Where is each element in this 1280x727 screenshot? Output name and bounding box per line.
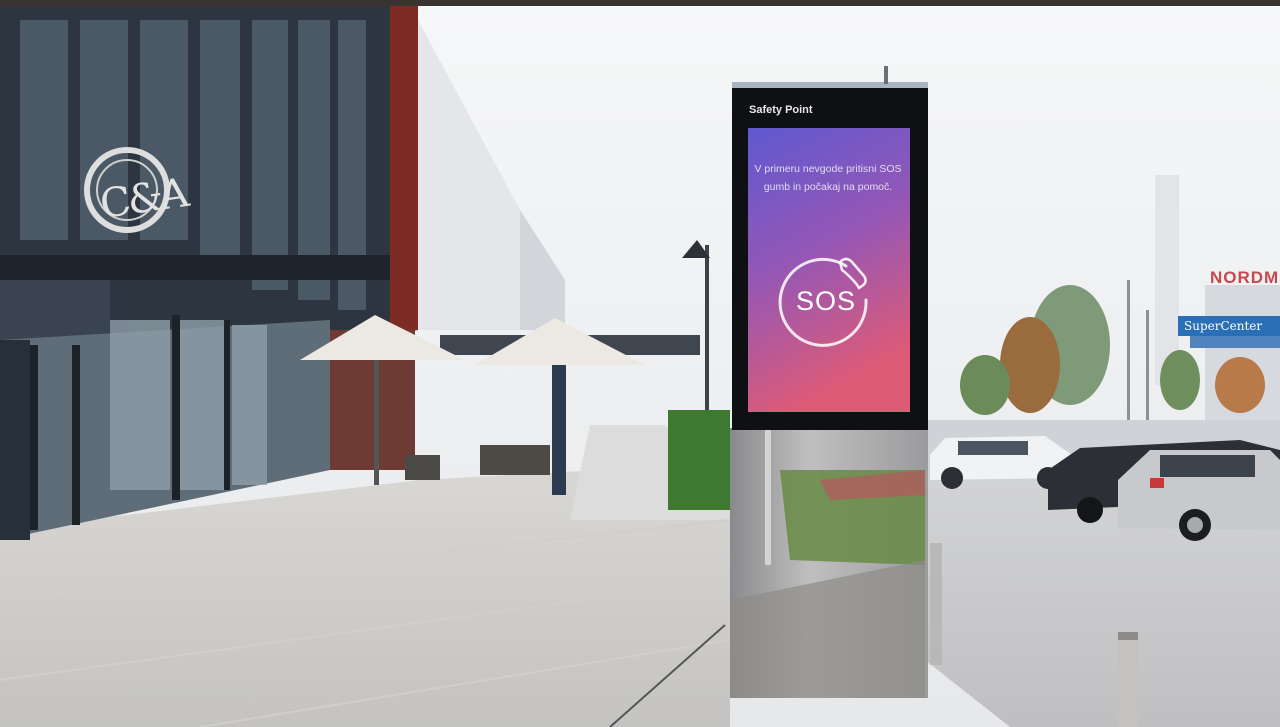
- sos-label: SOS: [795, 286, 857, 316]
- bollard: [930, 543, 942, 665]
- road-sign-lower: [1190, 336, 1280, 348]
- scene-photo: [0, 0, 1280, 727]
- planter: [405, 455, 440, 480]
- distant-store-sign: NORDM: [1210, 268, 1280, 287]
- car-silver: [1118, 450, 1280, 541]
- road-sign-text: SuperCenter: [1184, 319, 1263, 333]
- top-border: [0, 0, 1280, 6]
- kiosk-screen-message: V primeru nevgode pritisni SOS gumb in p…: [754, 163, 902, 193]
- planter: [480, 445, 550, 475]
- kiosk-brand-label: Safety Point: [749, 104, 813, 116]
- street-lamp: [705, 245, 709, 410]
- bollard: [1118, 632, 1138, 727]
- hedge: [668, 410, 730, 510]
- bollard-cap: [1118, 632, 1138, 640]
